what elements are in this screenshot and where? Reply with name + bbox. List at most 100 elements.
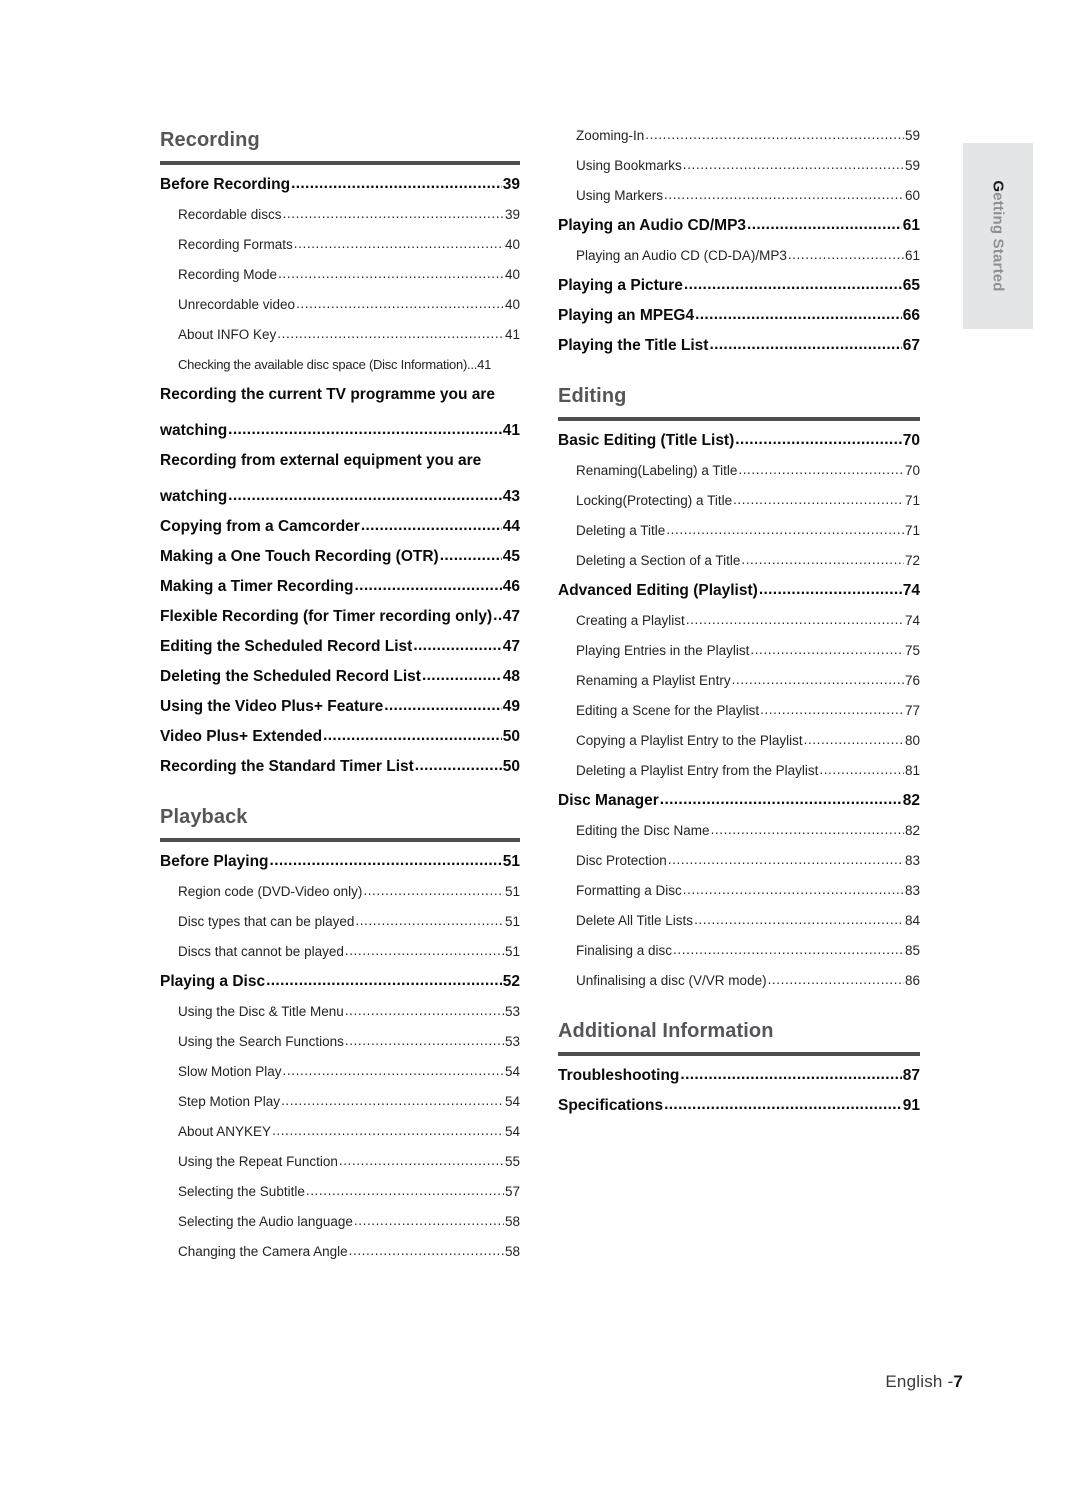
toc-entry-page-number: 87 [902,1067,920,1084]
section-heading: Editing [558,385,627,407]
toc-entry-page-number: 47 [502,638,520,655]
toc-entry[interactable]: Unfinalising a disc (V/VR mode) 86 [576,973,920,989]
toc-entry[interactable]: Selecting the Subtitle 57 [178,1184,520,1200]
toc-entry-page-number: 54 [504,1064,520,1079]
toc-entry[interactable]: Troubleshooting 87 [558,1068,920,1084]
toc-entry[interactable]: Editing the Disc Name 82 [576,823,920,839]
toc-entry[interactable]: Recording the current TV programme you a… [160,387,520,439]
toc-entry[interactable]: Playing a Disc 52 [160,974,520,990]
toc-entry[interactable]: Deleting a Section of a Title 72 [576,553,920,569]
toc-entry[interactable]: Recording the Standard Timer List 50 [160,759,520,775]
toc-entry[interactable]: Discs that cannot be played 51 [178,944,520,960]
toc-entry[interactable]: Disc Manager 82 [558,793,920,809]
toc-entry[interactable]: Playing an Audio CD/MP3 61 [558,218,920,234]
toc-entry-label: Changing the Camera Angle [178,1244,348,1259]
toc-entry[interactable]: Editing the Scheduled Record List 47 [160,639,520,655]
toc-entry[interactable]: Video Plus+ Extended 50 [160,729,520,745]
toc-entry[interactable]: Basic Editing (Title List) 70 [558,433,920,449]
section-heading: Recording [160,129,260,151]
toc-entry[interactable]: Using the Video Plus+ Feature 49 [160,699,520,715]
leader-dots [291,176,502,192]
toc-entry[interactable]: Recordable discs 39 [178,207,520,223]
toc-entry[interactable]: Region code (DVD-Video only) 51 [178,884,520,900]
toc-entry[interactable]: Zooming-In 59 [576,128,920,144]
toc-entry[interactable]: About ANYKEY 54 [178,1124,520,1140]
toc-entry[interactable]: Copying from a Camcorder 44 [160,519,520,535]
toc-entry[interactable]: Playing an Audio CD (CD-DA)/MP3 61 [576,248,920,264]
toc-entry[interactable]: About INFO Key 41 [178,327,520,343]
toc-entry[interactable]: Renaming(Labeling) a Title 70 [576,463,920,479]
toc-entry-label: Unrecordable video [178,297,296,312]
toc-entry-label: Creating a Playlist [576,613,685,628]
toc-column-left: Recording Before Recording39 Recordable di… [160,128,520,1274]
toc-entry-page-number: 43 [502,488,520,505]
toc-entry[interactable]: Step Motion Play 54 [178,1094,520,1110]
toc-entry[interactable]: Deleting a Playlist Entry from the Playl… [576,763,920,779]
toc-entry[interactable]: Formatting a Disc 83 [576,883,920,899]
toc-entry-page-number: 40 [504,297,520,312]
toc-entry-page-number: 82 [902,792,920,809]
toc-section-playback-continued: Zooming-In 59 Using Bookmarks 59 Using Marke… [558,128,920,354]
toc-entry[interactable]: Checking the available disc space (Disc … [178,357,520,373]
toc-entry[interactable]: Slow Motion Play 54 [178,1064,520,1080]
toc-entry-label: Delete All Title Lists [576,913,694,928]
toc-entry[interactable]: Using Bookmarks 59 [576,158,920,174]
toc-entry[interactable]: Changing the Camera Angle 58 [178,1244,520,1260]
leader-dots [645,127,904,143]
leader-dots [738,462,904,478]
toc-entry[interactable]: Using Markers 60 [576,188,920,204]
toc-entry[interactable]: Unrecordable video 40 [178,297,520,313]
toc-entry[interactable]: Disc types that can be played 51 [178,914,520,930]
toc-entry[interactable]: Playing Entries in the Playlist 75 [576,643,920,659]
toc-entry[interactable]: Selecting the Audio language 58 [178,1214,520,1230]
toc-entry[interactable]: Playing a Picture 65 [558,278,920,294]
toc-entry[interactable]: Recording Formats 40 [178,237,520,253]
toc-entry-page-number: 51 [504,944,520,959]
toc-entry[interactable]: Advanced Editing (Playlist) 74 [558,583,920,599]
toc-entry[interactable]: Delete All Title Lists 84 [576,913,920,929]
toc-entry[interactable]: Specifications 91 [558,1098,920,1114]
toc-entry-page-number: 80 [904,733,920,748]
toc-entry[interactable]: Playing an MPEG4 66 [558,308,920,324]
toc-entry[interactable]: Editing a Scene for the Playlist 77 [576,703,920,719]
toc-entry-label: Playing an Audio CD/MP3 [558,217,747,234]
toc-entry-label: Recording the Standard Timer List [160,758,414,775]
toc-entry[interactable]: Deleting a Title 71 [576,523,920,539]
toc-entry-label: watching [160,422,228,439]
toc-entry[interactable]: Locking(Protecting) a Title 71 [576,493,920,509]
toc-entry[interactable]: Before Playing 51 [160,854,520,870]
toc-entry-label: Zooming-In [576,128,645,143]
toc-entry[interactable]: Finalising a disc 85 [576,943,920,959]
toc-entry[interactable]: Recording from external equipment you ar… [160,453,520,505]
leader-dots [440,548,502,564]
toc-entry-page-number: 70 [902,432,920,449]
toc-entry[interactable]: Making a One Touch Recording (OTR) 45 [160,549,520,565]
leader-dots [296,296,504,312]
toc-entry[interactable]: Recording Mode 40 [178,267,520,283]
toc-entry-page-number: 51 [504,884,520,899]
leader-dots [660,792,902,808]
toc-entry[interactable]: Using the Repeat Function 55 [178,1154,520,1170]
toc-entry[interactable]: Copying a Playlist Entry to the Playlist… [576,733,920,749]
leader-dots [750,642,904,658]
toc-entry[interactable]: Flexible Recording (for Timer recording … [160,609,520,625]
leader-dots [741,552,904,568]
toc-entry[interactable]: Deleting the Scheduled Record List 48 [160,669,520,685]
toc-entry-page-number: 75 [904,643,920,658]
toc-entry[interactable]: Creating a Playlist 74 [576,613,920,629]
toc-entry-page-number: 65 [902,277,920,294]
toc-entry[interactable]: Disc Protection 83 [576,853,920,869]
toc-entry-page-number: 46 [502,578,520,595]
toc-entry[interactable]: Before Recording 39 [160,177,520,193]
leader-dots [680,1067,901,1083]
toc-entry[interactable]: Making a Timer Recording 46 [160,579,520,595]
leader-dots [228,422,502,438]
section-divider [558,1052,920,1056]
toc-entry[interactable]: Using the Search Functions 53 [178,1034,520,1050]
toc-entry[interactable]: Using the Disc & Title Menu 53 [178,1004,520,1020]
toc-entry[interactable]: Playing the Title List 67 [558,338,920,354]
leader-dots [415,758,502,774]
leader-dots [694,912,904,928]
toc-entry[interactable]: Renaming a Playlist Entry 76 [576,673,920,689]
toc-entry-label: Disc Manager [558,792,659,809]
